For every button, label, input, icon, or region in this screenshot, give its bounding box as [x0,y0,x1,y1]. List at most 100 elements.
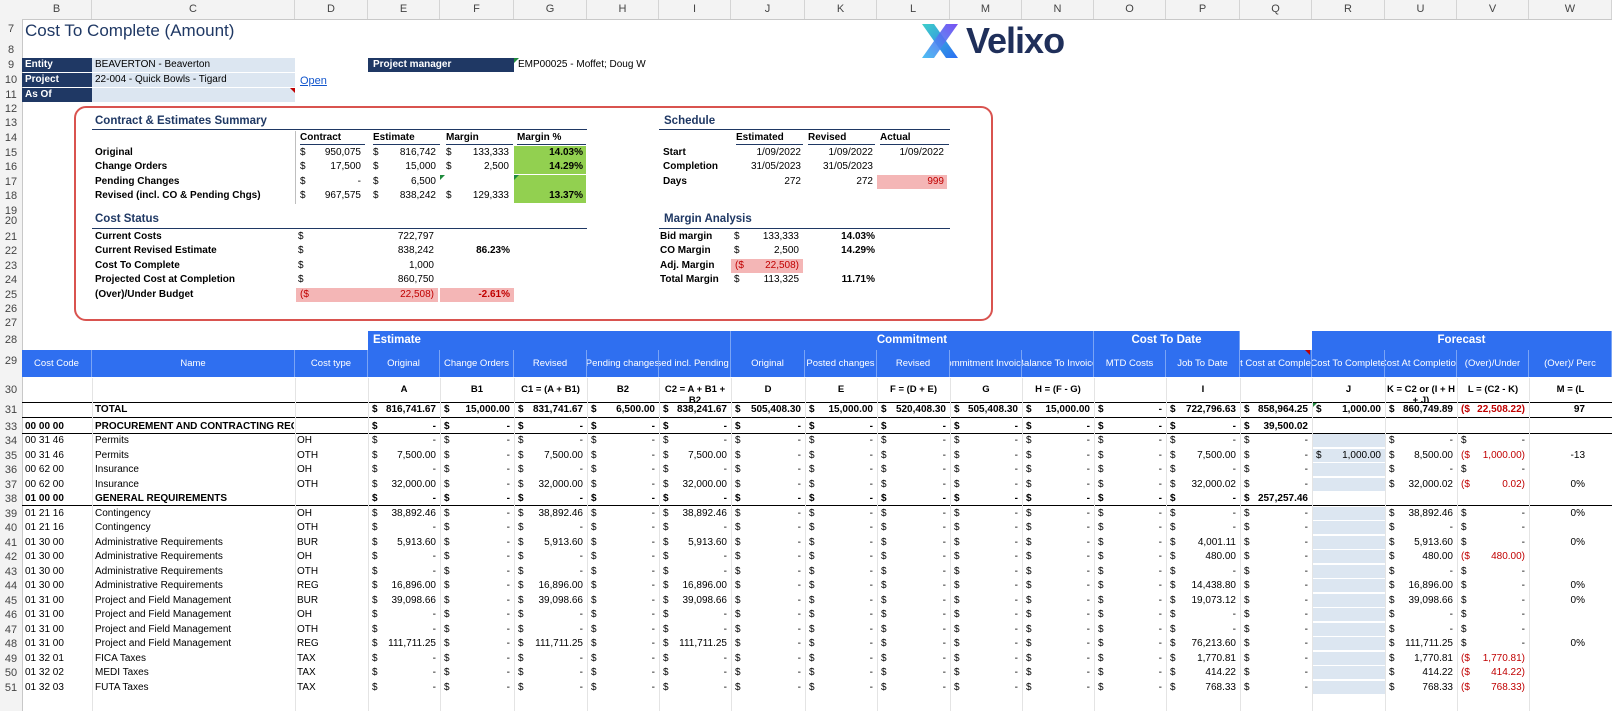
total-value: 838,241.67 [676,404,727,415]
column-header-D[interactable]: D [295,0,368,19]
column-header-G[interactable]: G [514,0,587,19]
row-header-21[interactable]: 21 [0,230,22,244]
cost-to-complete-input[interactable] [1312,608,1385,622]
cost-to-complete-input[interactable] [1312,463,1385,477]
row-header-45[interactable]: 45 [0,594,22,608]
row-header-11[interactable]: 11 [0,88,22,102]
row-header-22[interactable]: 22 [0,244,22,258]
row-header-27[interactable]: 27 [0,316,22,330]
grid-divider [1457,378,1458,711]
row-header-41[interactable]: 41 [0,536,22,550]
row-header-7[interactable]: 7 [0,22,22,36]
row-header-29[interactable]: 29 [0,354,22,368]
indicator-icon [514,175,519,180]
row-header-49[interactable]: 49 [0,652,22,666]
line-value: - [1304,435,1308,446]
row-header-38[interactable]: 38 [0,492,22,506]
row-header-18[interactable]: 18 [0,189,22,203]
row-header-37[interactable]: 37 [0,478,22,492]
cost-to-complete-input[interactable] [1312,637,1385,651]
column-header-L[interactable]: L [877,0,950,19]
row-header-48[interactable]: 48 [0,637,22,651]
row-header-24[interactable]: 24 [0,273,22,287]
margin-pct: 14.29% [841,245,875,256]
line-value: - [942,566,946,577]
row-header-42[interactable]: 42 [0,550,22,564]
row-header-30[interactable]: 30 [0,383,22,397]
row-header-13[interactable]: 13 [0,116,22,130]
row-header-51[interactable]: 51 [0,681,22,695]
cost-type: REG [297,580,319,591]
row-header-43[interactable]: 43 [0,565,22,579]
column-header-E[interactable]: E [368,0,440,19]
column-header-N[interactable]: N [1022,0,1094,19]
row-header-47[interactable]: 47 [0,623,22,637]
cost-to-complete-input[interactable] [1312,507,1385,521]
row-header-40[interactable]: 40 [0,521,22,535]
column-header-V[interactable]: V [1457,0,1529,19]
cost-to-complete-input[interactable] [1312,594,1385,608]
row-header-17[interactable]: 17 [0,175,22,189]
open-link[interactable]: Open [300,75,327,87]
row-header-39[interactable]: 39 [0,507,22,521]
cost-to-complete-input[interactable] [1312,434,1385,448]
column-header-P[interactable]: P [1166,0,1240,19]
row-header-20[interactable]: 20 [0,214,22,228]
row-header-25[interactable]: 25 [0,288,22,302]
indicator-icon [440,175,445,180]
entity-field[interactable]: BEAVERTON - Beaverton [92,58,295,72]
row-header-23[interactable]: 23 [0,259,22,273]
column-header-Q[interactable]: Q [1240,0,1312,19]
cost-to-complete-input[interactable] [1312,666,1385,680]
column-header-J[interactable]: J [731,0,805,19]
row-header-14[interactable]: 14 [0,131,22,145]
total-value: 816,741.67 [385,404,436,415]
column-header-R[interactable]: R [1312,0,1385,19]
column-header-O[interactable]: O [1094,0,1166,19]
line-value: - [1304,595,1308,606]
line-value: - [1158,522,1162,533]
cost-to-complete-input[interactable] [1312,521,1385,535]
line-value: - [1158,421,1162,432]
cost-to-complete-input[interactable] [1312,565,1385,579]
column-header-H[interactable]: H [587,0,659,19]
column-header-C[interactable]: C [92,0,295,19]
column-header-W[interactable]: W [1529,0,1612,19]
project-field[interactable]: 22-004 - Quick Bowls - Tigard [92,73,295,87]
column-header-U[interactable]: U [1385,0,1457,19]
column-header-F[interactable]: F [440,0,514,19]
line-value: - [1449,435,1453,446]
row-header-16[interactable]: 16 [0,160,22,174]
row-header-35[interactable]: 35 [0,449,22,463]
cost-to-complete-input[interactable] [1312,623,1385,637]
cost-to-complete-input[interactable] [1312,681,1385,695]
line-value: 7,500.00 [397,450,436,461]
cost-to-complete-input[interactable] [1312,550,1385,564]
column-header-I[interactable]: I [659,0,731,19]
summary-row-label: Pending Changes [95,176,180,187]
row-header-50[interactable]: 50 [0,666,22,680]
cost-to-complete-input[interactable] [1312,652,1385,666]
row-header-46[interactable]: 46 [0,608,22,622]
row-header-31[interactable]: 31 [0,403,22,417]
row-header-10[interactable]: 10 [0,73,22,87]
row-header-8[interactable]: 8 [0,43,22,57]
row-header-26[interactable]: 26 [0,302,22,316]
row-header-36[interactable]: 36 [0,463,22,477]
column-header-M[interactable]: M [950,0,1022,19]
asof-field[interactable] [92,88,295,102]
column-header-B[interactable]: B [22,0,92,19]
row-header-34[interactable]: 34 [0,434,22,448]
column-header-K[interactable]: K [805,0,877,19]
cost-to-complete-input[interactable] [1312,579,1385,593]
line-value: - [506,435,510,446]
row-header-33[interactable]: 33 [0,420,22,434]
line-value: 7,500.00 [1197,450,1236,461]
row-header-28[interactable]: 28 [0,333,22,347]
row-header-44[interactable]: 44 [0,579,22,593]
row-header-9[interactable]: 9 [0,58,22,72]
cost-to-complete-input[interactable] [1312,478,1385,492]
cost-to-complete-input[interactable] [1312,536,1385,550]
row-header-15[interactable]: 15 [0,146,22,160]
row-header-12[interactable]: 12 [0,102,22,116]
